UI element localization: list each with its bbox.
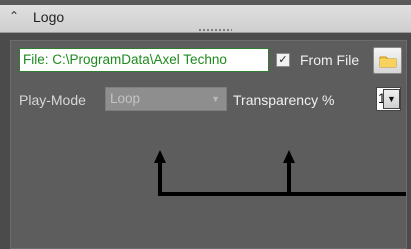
play-mode-value: Loop: [110, 91, 141, 106]
panel-title: Logo: [33, 9, 65, 25]
from-file-label: From File: [300, 52, 360, 68]
play-mode-label: Play-Mode: [19, 92, 86, 108]
folder-icon: [379, 56, 397, 68]
browse-folder-button[interactable]: [373, 47, 402, 74]
from-file-checkbox[interactable]: ✓: [276, 53, 290, 67]
collapse-icon[interactable]: ⌃: [7, 9, 21, 23]
transparency-label: Transparency %: [233, 92, 335, 108]
transparency-dropdown-button[interactable]: ▼: [383, 89, 400, 109]
panel-header[interactable]: ⌃ Logo: [0, 0, 411, 33]
chevron-down-icon: ▼: [211, 94, 220, 104]
resize-grip[interactable]: [198, 28, 232, 32]
logo-file-path-field[interactable]: File: C:\ProgramData\Axel Techno: [19, 48, 269, 72]
top-strip: [0, 0, 411, 5]
play-mode-select[interactable]: Loop ▼: [105, 87, 227, 111]
